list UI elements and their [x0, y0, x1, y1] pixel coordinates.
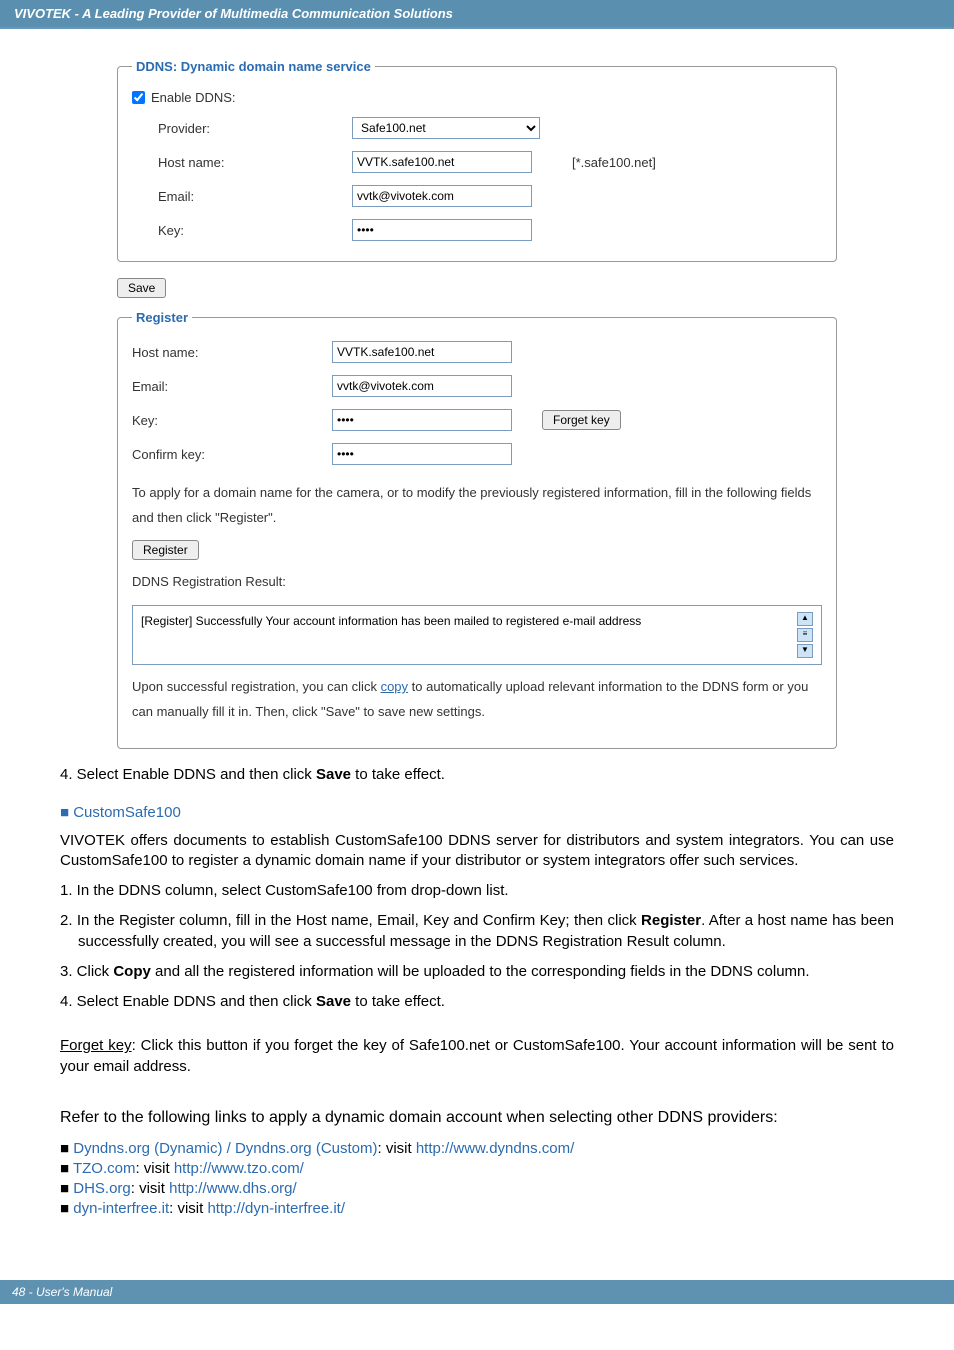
provider-row: Provider: Safe100.net — [132, 111, 822, 145]
key-label: Key: — [132, 223, 352, 238]
customsafe-paragraph: VIVOTEK offers documents to establish Cu… — [60, 831, 894, 872]
result-box: [Register] Successfully Your account inf… — [132, 605, 822, 665]
email-label: Email: — [132, 189, 352, 204]
step4-end: to take effect. — [351, 766, 445, 783]
provider-label: Provider: — [132, 121, 352, 136]
result-label: DDNS Registration Result: — [132, 570, 822, 595]
enable-ddns-checkbox[interactable] — [132, 91, 145, 104]
provider-item-dyndns: ■ Dyndns.org (Dynamic) / Dyndns.org (Cus… — [60, 1139, 894, 1159]
hostname-suffix: [*.safe100.net] — [572, 155, 656, 170]
hostname-row: Host name: [*.safe100.net] — [132, 145, 822, 179]
provider-item-dyninterfree: ■ dyn-interfree.it: visit http://dyn-int… — [60, 1199, 894, 1219]
forget-key-text: : Click this button if you forget the ke… — [60, 1037, 894, 1074]
ddns-fieldset: DDNS: Dynamic domain name service Enable… — [117, 59, 837, 262]
page-header-bar: VIVOTEK - A Leading Provider of Multimed… — [0, 0, 954, 27]
result-scrollbar: ▲ ≡ ▼ — [797, 612, 813, 658]
register-button[interactable]: Register — [132, 540, 199, 560]
reg-confirm-input[interactable] — [332, 443, 512, 465]
step4b-b: to take effect. — [351, 993, 445, 1010]
step4-save: Save — [316, 766, 351, 783]
step4-top: 4. Select Enable DDNS and then click Sav… — [60, 765, 894, 785]
step4b-save: Save — [316, 993, 351, 1010]
scroll-grip-icon[interactable]: ≡ — [797, 628, 813, 642]
hostname-label: Host name: — [132, 155, 352, 170]
result-text: [Register] Successfully Your account inf… — [141, 612, 797, 630]
reg-key-input[interactable] — [332, 409, 512, 431]
step3b: and all the registered information will … — [151, 963, 810, 980]
header-divider — [0, 27, 954, 29]
header-title: VIVOTEK - A Leading Provider of Multimed… — [14, 6, 453, 21]
page-content: DDNS: Dynamic domain name service Enable… — [0, 59, 954, 1240]
reg-key-row: Key: Forget key — [132, 403, 822, 437]
footer-text: 48 - User's Manual — [12, 1285, 112, 1299]
forget-key-button[interactable]: Forget key — [542, 410, 621, 430]
ddns-ui-block: DDNS: Dynamic domain name service Enable… — [117, 59, 837, 749]
register-fieldset: Register Host name: Email: Key: Forget k… — [117, 310, 837, 749]
provider-url[interactable]: http://dyn-interfree.it/ — [207, 1200, 345, 1217]
provider-url[interactable]: http://www.tzo.com/ — [174, 1160, 304, 1177]
reg-hostname-input[interactable] — [332, 341, 512, 363]
ddns-legend: DDNS: Dynamic domain name service — [132, 59, 375, 74]
step2-register: Register — [641, 912, 701, 929]
step2: 2. In the Register column, fill in the H… — [60, 911, 894, 952]
provider-item-tzo: ■ TZO.com: visit http://www.tzo.com/ — [60, 1159, 894, 1179]
step3: 3. Click Copy and all the registered inf… — [60, 962, 894, 982]
step3a: 3. Click — [60, 963, 113, 980]
reg-confirm-label: Confirm key: — [132, 447, 332, 462]
reg-email-row: Email: — [132, 369, 822, 403]
save-button[interactable]: Save — [117, 278, 166, 298]
enable-ddns-label: Enable DDNS: — [151, 90, 236, 105]
register-instruction: To apply for a domain name for the camer… — [132, 481, 822, 530]
provider-visit: : visit — [131, 1180, 169, 1197]
customsafe-heading: ■ CustomSafe100 — [60, 804, 894, 821]
step1: 1. In the DDNS column, select CustomSafe… — [60, 881, 894, 901]
upon-text-a: Upon successful registration, you can cl… — [132, 679, 381, 694]
provider-name: Dyndns.org (Dynamic) / Dyndns.org (Custo… — [73, 1140, 377, 1157]
page-footer: 48 - User's Manual — [0, 1280, 954, 1304]
reg-email-label: Email: — [132, 379, 332, 394]
reg-key-label: Key: — [132, 413, 332, 428]
provider-visit: : visit — [378, 1140, 416, 1157]
providers-list: ■ Dyndns.org (Dynamic) / Dyndns.org (Cus… — [60, 1139, 894, 1220]
key-input[interactable] — [352, 219, 532, 241]
email-input[interactable] — [352, 185, 532, 207]
upon-success-text: Upon successful registration, you can cl… — [132, 675, 822, 724]
step3-copy: Copy — [113, 963, 151, 980]
provider-url[interactable]: http://www.dhs.org/ — [169, 1180, 297, 1197]
provider-name: DHS.org — [73, 1180, 131, 1197]
forget-key-label: Forget key — [60, 1037, 132, 1054]
provider-select[interactable]: Safe100.net — [352, 117, 540, 139]
provider-visit: : visit — [135, 1160, 173, 1177]
provider-item-dhs: ■ DHS.org: visit http://www.dhs.org/ — [60, 1179, 894, 1199]
step4b: 4. Select Enable DDNS and then click Sav… — [60, 992, 894, 1012]
provider-name: TZO.com — [73, 1160, 136, 1177]
refer-links-intro: Refer to the following links to apply a … — [60, 1107, 894, 1129]
enable-ddns-row: Enable DDNS: — [132, 84, 822, 111]
scroll-down-icon[interactable]: ▼ — [797, 644, 813, 658]
key-row: Key: — [132, 213, 822, 247]
reg-hostname-label: Host name: — [132, 345, 332, 360]
provider-visit: : visit — [169, 1200, 207, 1217]
provider-url[interactable]: http://www.dyndns.com/ — [416, 1140, 574, 1157]
register-legend: Register — [132, 310, 192, 325]
hostname-input[interactable] — [352, 151, 532, 173]
reg-email-input[interactable] — [332, 375, 512, 397]
provider-name: dyn-interfree.it — [73, 1200, 169, 1217]
email-row: Email: — [132, 179, 822, 213]
copy-link[interactable]: copy — [381, 679, 408, 694]
reg-confirm-row: Confirm key: — [132, 437, 822, 471]
reg-hostname-row: Host name: — [132, 335, 822, 369]
forget-key-paragraph: Forget key: Click this button if you for… — [60, 1036, 894, 1077]
scroll-up-icon[interactable]: ▲ — [797, 612, 813, 626]
step4b-a: 4. Select Enable DDNS and then click — [60, 993, 316, 1010]
step2a: 2. In the Register column, fill in the H… — [60, 912, 641, 929]
step4-top-a: 4. Select Enable DDNS and then click — [60, 766, 316, 783]
